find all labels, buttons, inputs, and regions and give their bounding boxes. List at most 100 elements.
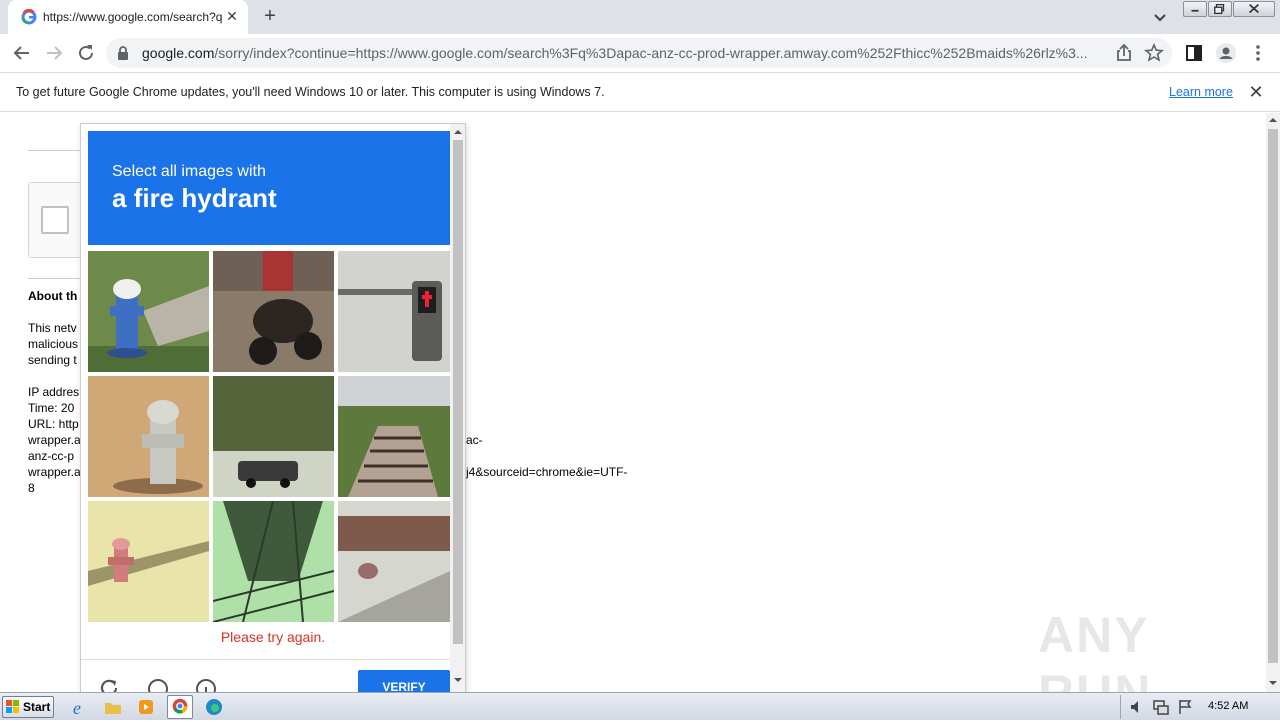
update-infobar: To get future Google Chrome updates, you… xyxy=(0,72,1280,112)
divider xyxy=(28,150,80,151)
explorer-taskbar-button[interactable] xyxy=(101,695,127,719)
fire-hydrant-image xyxy=(88,251,209,372)
window-close-button[interactable] xyxy=(1233,1,1275,17)
challenge-instruction: Select all images with xyxy=(112,163,266,180)
street-car-image xyxy=(213,376,334,497)
captcha-scroll-down-icon[interactable] xyxy=(454,676,462,684)
tab-close-icon[interactable]: ✕ xyxy=(224,8,240,24)
media-player-taskbar-button[interactable] xyxy=(134,695,160,719)
browser-tab[interactable]: https://www.google.com/search?q= ✕ xyxy=(8,0,248,34)
side-panel-icon[interactable] xyxy=(1182,41,1206,65)
infobar-message: To get future Google Chrome updates, you… xyxy=(16,85,605,99)
windows-logo-icon xyxy=(6,700,19,713)
url-line-1: wrapper.a xyxy=(28,433,81,447)
edge-icon xyxy=(206,699,222,715)
recaptcha-challenge: Select all images with a fire hydrant Pl… xyxy=(80,123,466,693)
scroll-down-arrow-icon[interactable] xyxy=(1269,679,1277,687)
url-text[interactable]: google.com/sorry/index?continue=https://… xyxy=(142,45,1106,61)
learn-more-link[interactable]: Learn more xyxy=(1169,85,1233,99)
fire-hydrant-image xyxy=(88,501,209,622)
lock-icon[interactable] xyxy=(116,45,130,61)
crosswalk-signal-image xyxy=(338,251,450,372)
captcha-tile-1[interactable] xyxy=(88,251,209,372)
tab-strip: https://www.google.com/search?q= ✕ + xyxy=(0,0,1280,34)
captcha-scrollbar[interactable] xyxy=(450,124,465,692)
start-label: Start xyxy=(23,700,51,714)
url-label: URL: http xyxy=(28,417,79,431)
captcha-tile-3[interactable] xyxy=(338,251,450,372)
tab-title: https://www.google.com/search?q= xyxy=(43,10,223,24)
audio-challenge-icon[interactable] xyxy=(146,676,170,693)
media-player-icon xyxy=(139,700,153,714)
captcha-scroll-up-icon[interactable] xyxy=(454,128,462,136)
captcha-tile-7[interactable] xyxy=(88,501,209,622)
challenge-target: a fire hydrant xyxy=(112,183,277,213)
bookmark-star-icon[interactable] xyxy=(1142,41,1166,65)
captcha-tile-2[interactable] xyxy=(213,251,334,372)
captcha-tile-9[interactable] xyxy=(338,501,450,622)
url-path: /sorry/index?continue=https://www.google… xyxy=(214,45,1088,61)
captcha-tile-4[interactable] xyxy=(88,376,209,497)
verify-button[interactable]: VERIFY xyxy=(358,670,450,692)
url-line-right-1: ac- xyxy=(466,433,483,447)
action-center-flag-icon[interactable] xyxy=(1176,698,1194,716)
windows-taskbar: Start e 4:52 AM xyxy=(0,692,1280,720)
url-line-4: 8 xyxy=(28,481,35,495)
awning-image xyxy=(213,501,334,622)
captcha-footer-divider xyxy=(81,659,451,660)
para-line-2: malicious xyxy=(28,337,79,351)
volume-icon[interactable] xyxy=(1128,698,1146,716)
reload-challenge-icon[interactable] xyxy=(97,676,121,693)
captcha-tile-8[interactable] xyxy=(213,501,334,622)
internet-explorer-taskbar-button[interactable]: e xyxy=(67,695,93,719)
network-icon[interactable] xyxy=(1152,698,1170,716)
recaptcha-checkbox[interactable] xyxy=(41,206,69,234)
info-icon[interactable] xyxy=(194,676,218,693)
profile-avatar-icon[interactable] xyxy=(1214,41,1238,65)
new-tab-icon[interactable]: + xyxy=(258,5,282,29)
fire-hydrant-image xyxy=(88,376,209,497)
chrome-icon xyxy=(172,698,188,714)
share-icon[interactable] xyxy=(1112,41,1136,65)
stairs-image xyxy=(338,376,450,497)
url-host: google.com xyxy=(142,45,215,61)
chrome-taskbar-button[interactable] xyxy=(167,695,193,719)
page-scrollbar[interactable] xyxy=(1266,113,1280,692)
about-heading: About th xyxy=(28,289,78,303)
folder-icon xyxy=(105,703,121,714)
tray-separator xyxy=(1120,695,1121,719)
url-line-2: anz-cc-p xyxy=(28,449,75,463)
infobar-close-icon[interactable]: ✕ xyxy=(1246,82,1266,102)
captcha-scrollbar-thumb[interactable] xyxy=(453,140,463,644)
google-favicon-icon xyxy=(21,9,37,25)
ip-label: IP addres xyxy=(28,385,80,399)
scroll-up-arrow-icon[interactable] xyxy=(1269,116,1277,124)
tab-search-chevron-icon[interactable] xyxy=(1150,8,1170,28)
back-arrow-icon[interactable] xyxy=(10,41,34,65)
reload-icon[interactable] xyxy=(74,41,98,65)
internet-explorer-icon: e xyxy=(73,698,81,718)
forward-arrow-icon[interactable] xyxy=(42,41,66,65)
para-line-1: This netv xyxy=(28,321,77,335)
challenge-banner: Select all images with a fire hydrant xyxy=(88,131,450,245)
para-line-3: sending t xyxy=(28,353,77,367)
divider xyxy=(28,278,80,279)
window-restore-button[interactable] xyxy=(1208,1,1232,17)
page-scrollbar-thumb[interactable] xyxy=(1268,129,1278,663)
svg-text:e: e xyxy=(73,698,81,718)
window-minimize-button[interactable] xyxy=(1183,1,1207,17)
motorcycle-image xyxy=(213,251,334,372)
start-button[interactable]: Start xyxy=(2,696,54,718)
url-line-3: wrapper.a xyxy=(28,465,81,479)
taskbar-clock[interactable]: 4:52 AM xyxy=(1208,700,1248,712)
captcha-error-message: Please try again. xyxy=(220,629,326,645)
browser-toolbar: google.com/sorry/index?continue=https://… xyxy=(0,34,1280,72)
street-image xyxy=(338,501,450,622)
anyrun-watermark: ANY RUN xyxy=(1038,607,1150,721)
captcha-tile-5[interactable] xyxy=(213,376,334,497)
menu-kebab-icon[interactable] xyxy=(1246,41,1270,65)
captcha-tile-6[interactable] xyxy=(338,376,450,497)
url-line-right-2: j4&sourceid=chrome&ie=UTF- xyxy=(466,465,628,479)
edge-taskbar-button[interactable] xyxy=(202,695,228,719)
address-bar[interactable]: google.com/sorry/index?continue=https://… xyxy=(106,38,1172,68)
